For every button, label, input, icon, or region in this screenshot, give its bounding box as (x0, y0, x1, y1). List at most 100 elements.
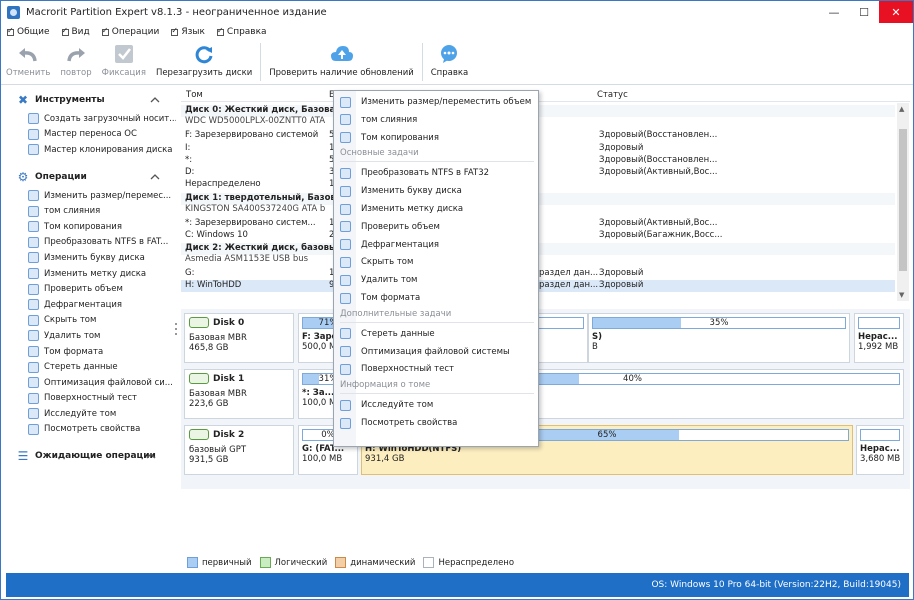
menu-operations[interactable]: Операции (101, 26, 159, 37)
disk-info-box[interactable]: Disk 1 Базовая MBR 223,6 GB (184, 369, 294, 419)
context-item[interactable]: том слияния (334, 111, 538, 129)
commit-button[interactable]: Фиксация (97, 41, 151, 78)
col-volume[interactable]: Том (186, 90, 203, 100)
chevron-up-icon[interactable] (146, 451, 156, 461)
scroll-thumb[interactable] (899, 129, 907, 271)
sidebar-item-convert-fat[interactable]: Преобразовать NTFS в FAT... (6, 235, 176, 251)
sidebar-item-surface-test[interactable]: Поверхностный тест (6, 391, 176, 407)
sidebar-item-label: Скрыть том (44, 315, 97, 326)
context-item[interactable]: Посмотреть свойства (334, 414, 538, 432)
sidebar-item-defrag[interactable]: Дефрагментация (6, 297, 176, 313)
redo-button[interactable]: повтор (55, 41, 96, 78)
col-status[interactable]: Статус (597, 90, 628, 100)
volume-status: Здоровый(Восстановлен... (599, 155, 718, 165)
vertical-scrollbar[interactable]: ▲ ▼ (897, 103, 909, 301)
context-item[interactable]: Исследуйте том (334, 396, 538, 414)
sidebar-item-os-migration[interactable]: Мастер переноса ОС (6, 127, 176, 143)
menu-help[interactable]: Справка (216, 26, 267, 37)
sidebar-item-resize[interactable]: Изменить размер/перемес... (6, 188, 176, 204)
context-item[interactable]: Дефрагментация (334, 236, 538, 254)
menu-language[interactable]: Язык (171, 26, 205, 37)
context-item-icon (340, 274, 351, 286)
maximize-button[interactable]: ☐ (849, 1, 879, 23)
disk-drive-icon (189, 429, 209, 440)
resize-icon (28, 190, 39, 202)
help-bubble-icon (437, 43, 461, 65)
menu-view[interactable]: Вид (61, 26, 90, 37)
undo-button[interactable]: Отменить (1, 41, 55, 78)
toolbar: Отменить повтор Фиксация Перезагрузить д… (1, 41, 913, 85)
tools-section-header[interactable]: ✖ Инструменты (6, 89, 176, 111)
partition-block[interactable]: Нерас... 3,680 MB (856, 425, 904, 475)
help-button[interactable]: Справка (426, 41, 473, 78)
sidebar-item-create-boot-media[interactable]: Создать загрузочный носит... (6, 111, 176, 127)
reload-disks-button[interactable]: Перезагрузить диски (151, 41, 257, 78)
menu-bar: Общие Вид Операции Язык Справка (1, 23, 913, 41)
menu-general[interactable]: Общие (7, 26, 50, 37)
partition-block[interactable]: Нерас... 1,992 MB (854, 313, 904, 363)
sidebar-item-optimize-fs[interactable]: Оптимизация файловой си... (6, 375, 176, 391)
context-item-icon (340, 399, 351, 411)
defrag-icon (28, 299, 39, 311)
disk-info-box[interactable]: Disk 2 базовый GPT 931,5 GB (184, 425, 294, 475)
context-item[interactable]: Изменить букву диска (334, 182, 538, 200)
context-item[interactable]: Изменить метку диска (334, 200, 538, 218)
context-item[interactable]: Том копирования (334, 129, 538, 147)
hide-eye-icon (28, 314, 39, 326)
menu-check-icon (216, 26, 224, 36)
context-item-label: Удалить том (361, 275, 418, 286)
commit-label: Фиксация (101, 68, 146, 78)
sidebar-item-wipe[interactable]: Стереть данные (6, 359, 176, 375)
sidebar-item-merge[interactable]: том слияния (6, 203, 176, 219)
close-button[interactable]: ✕ (879, 1, 913, 23)
scroll-down-icon[interactable]: ▼ (899, 291, 904, 299)
menu-label: Язык (181, 27, 205, 37)
partition-block[interactable]: 35% S) B (588, 313, 850, 363)
context-item-icon (340, 114, 351, 126)
context-item[interactable]: Том формата (334, 289, 538, 307)
sidebar-item-label: Преобразовать NTFS в FAT... (44, 237, 169, 248)
context-item[interactable]: Удалить том (334, 271, 538, 289)
context-item[interactable]: Преобразовать NTFS в FAT32 (334, 164, 538, 182)
context-item[interactable]: Скрыть том (334, 253, 538, 271)
sidebar-item-explore[interactable]: Исследуйте том (6, 406, 176, 422)
volume-status: Здоровый(Багажник,Восс... (599, 230, 723, 240)
splitter-grip-icon[interactable] (174, 321, 178, 337)
operations-section-header[interactable]: ⚙ Операции (6, 166, 176, 188)
sidebar-item-properties[interactable]: Посмотреть свойства (6, 422, 176, 438)
volume-name: G: (185, 268, 195, 278)
disk-info-box[interactable]: Disk 0 Базовая MBR 465,8 GB (184, 313, 294, 363)
pending-section-header[interactable]: ☰ Ожидающие операции (6, 445, 176, 467)
context-item[interactable]: Проверить объем (334, 218, 538, 236)
chevron-up-icon[interactable] (150, 95, 160, 105)
check-updates-button[interactable]: Проверить наличие обновлений (264, 41, 419, 78)
disk-drive-icon (189, 373, 209, 384)
context-item-label: Изменить метку диска (361, 204, 464, 214)
context-item-icon (340, 185, 351, 197)
sidebar-item-check-volume[interactable]: Проверить объем (6, 281, 176, 297)
context-item[interactable]: Изменить размер/переместить объем (334, 93, 538, 111)
chevron-up-icon[interactable] (150, 172, 160, 182)
sidebar-item-delete[interactable]: Удалить том (6, 328, 176, 344)
volume-name: C: Windows 10 (185, 230, 248, 240)
context-item[interactable]: Стереть данные (334, 325, 538, 343)
sidebar-item-hide[interactable]: Скрыть том (6, 313, 176, 329)
redo-arrow-icon (64, 43, 88, 65)
toolbar-divider (421, 43, 423, 81)
sidebar-item-format[interactable]: Том формата (6, 344, 176, 360)
disk-map-row: Disk 0 Базовая MBR 465,8 GB 71% F: Заре... 50… (184, 313, 904, 363)
commit-check-icon (112, 43, 136, 65)
partition-usage-bar (858, 317, 900, 329)
volume-status: Здоровый(Активный,Вос... (599, 167, 718, 177)
minimize-button[interactable]: — (819, 1, 849, 23)
context-item-icon (340, 346, 351, 358)
context-item[interactable]: Поверхностный тест (334, 360, 538, 378)
sidebar-item-disk-clone[interactable]: Мастер клонирования диска (6, 142, 176, 158)
partition-size: B (592, 342, 598, 352)
sidebar-item-change-letter[interactable]: Изменить букву диска (6, 250, 176, 266)
sidebar-item-copy[interactable]: Том копирования (6, 219, 176, 235)
sidebar-item-label: Изменить размер/перемес... (44, 190, 172, 201)
context-item[interactable]: Оптимизация файловой системы (334, 343, 538, 361)
scroll-up-icon[interactable]: ▲ (899, 105, 904, 113)
sidebar-item-change-label[interactable]: Изменить метку диска (6, 266, 176, 282)
